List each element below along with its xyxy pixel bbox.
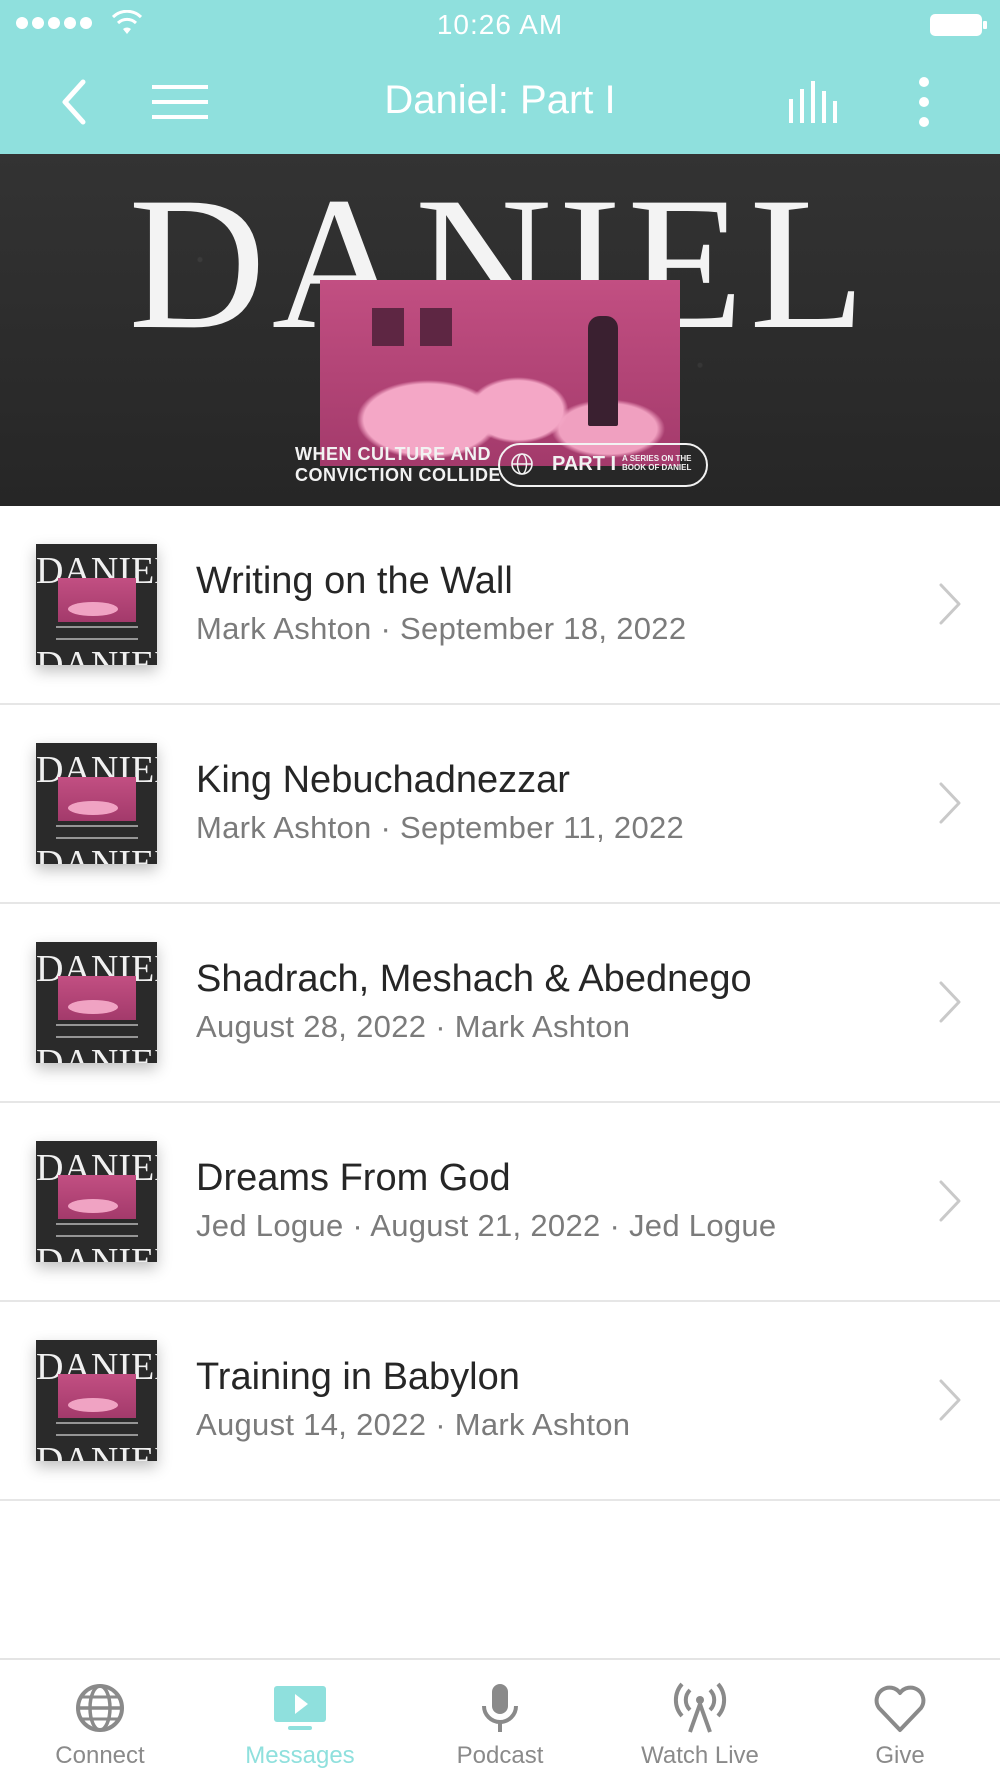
list-item[interactable]: DANIEL DANIEL Training in Babylon August… <box>0 1302 1000 1501</box>
audio-button[interactable] <box>786 72 846 132</box>
status-bar: 10:26 AM <box>0 0 1000 50</box>
chevron-right-icon <box>939 981 961 1023</box>
message-thumbnail: DANIEL DANIEL <box>36 1340 157 1461</box>
message-subtitle: Mark Ashton · September 18, 2022 <box>196 611 687 646</box>
tab-label: Watch Live <box>641 1742 759 1769</box>
series-banner: DANIEL WHEN CULTURE AND CONVICTION COLLI… <box>0 154 1000 506</box>
thumbnail-title: DANIEL <box>36 1440 157 1461</box>
message-title: Training in Babylon <box>196 1356 520 1398</box>
message-subtitle: August 28, 2022 · Mark Ashton <box>196 1009 631 1044</box>
thumbnail-artwork <box>58 578 136 622</box>
tab-label: Give <box>875 1742 925 1769</box>
broadcast-icon <box>670 1680 730 1736</box>
more-vertical-icon <box>919 77 929 127</box>
tab-connect[interactable]: Connect <box>0 1660 200 1780</box>
globe-icon <box>511 453 533 475</box>
navigation-bar: Daniel: Part I <box>0 50 1000 154</box>
thumbnail-title: DANIEL <box>36 843 157 864</box>
status-time: 10:26 AM <box>436 9 564 40</box>
thumbnail-title: DANIEL <box>36 1241 157 1262</box>
battery-icon <box>930 14 987 36</box>
play-screen-icon <box>270 1680 330 1736</box>
chevron-right-icon <box>939 782 961 824</box>
banner-artwork <box>320 280 680 466</box>
tab-watch-live[interactable]: Watch Live <box>600 1660 800 1780</box>
chevron-right-icon <box>939 583 961 625</box>
list-item[interactable]: DANIEL DANIEL Shadrach, Meshach & Abedne… <box>0 904 1000 1103</box>
message-list: DANIEL DANIEL Writing on the Wall Mark A… <box>0 506 1000 1501</box>
message-thumbnail: DANIEL DANIEL <box>36 544 157 665</box>
message-title: King Nebuchadnezzar <box>196 759 570 801</box>
audio-bars-icon <box>789 81 837 123</box>
thumbnail-artwork <box>58 777 136 821</box>
list-item[interactable]: DANIEL DANIEL Dreams From God Jed Logue … <box>0 1103 1000 1302</box>
message-thumbnail: DANIEL DANIEL <box>36 942 157 1063</box>
tab-messages[interactable]: Messages <box>200 1660 400 1780</box>
list-item[interactable]: DANIEL DANIEL Writing on the Wall Mark A… <box>0 506 1000 705</box>
banner-part-label: PART I <box>552 453 617 475</box>
thumbnail-title: DANIEL <box>36 644 157 665</box>
banner-series-badge: PART I A SERIES ON THE BOOK OF DANIEL <box>498 443 708 487</box>
message-subtitle: Mark Ashton · September 11, 2022 <box>196 810 685 845</box>
tab-label: Podcast <box>456 1742 544 1769</box>
tab-give[interactable]: Give <box>800 1660 1000 1780</box>
more-options-button[interactable] <box>894 72 954 132</box>
thumbnail-artwork <box>58 1374 136 1418</box>
thumbnail-artwork <box>58 1175 136 1219</box>
tab-bar: Connect Messages Podcast Watch Live Give <box>0 1658 1000 1780</box>
thumbnail-artwork <box>58 976 136 1020</box>
heart-icon <box>870 1680 930 1736</box>
tab-podcast[interactable]: Podcast <box>400 1660 600 1780</box>
message-subtitle: Jed Logue · August 21, 2022 · Jed Logue <box>196 1208 777 1243</box>
microphone-icon <box>470 1680 530 1736</box>
app-header: 10:26 AM Daniel: Part I <box>0 0 1000 154</box>
message-thumbnail: DANIEL DANIEL <box>36 1141 157 1262</box>
message-subtitle: August 14, 2022 · Mark Ashton <box>196 1407 631 1442</box>
tab-label: Messages <box>245 1742 355 1769</box>
banner-series-label: A SERIES ON THE BOOK OF DANIEL <box>622 454 692 472</box>
message-title: Dreams From God <box>196 1157 511 1199</box>
chevron-right-icon <box>939 1180 961 1222</box>
message-title: Shadrach, Meshach & Abednego <box>196 958 752 1000</box>
thumbnail-title: DANIEL <box>36 1042 157 1063</box>
chevron-right-icon <box>939 1379 961 1421</box>
tab-label: Connect <box>55 1742 145 1769</box>
message-thumbnail: DANIEL DANIEL <box>36 743 157 864</box>
message-title: Writing on the Wall <box>196 560 513 602</box>
page-title: Daniel: Part I <box>384 78 616 122</box>
globe-icon <box>70 1680 130 1736</box>
list-item[interactable]: DANIEL DANIEL King Nebuchadnezzar Mark A… <box>0 705 1000 904</box>
banner-tagline: WHEN CULTURE AND CONVICTION COLLIDE <box>295 444 501 485</box>
